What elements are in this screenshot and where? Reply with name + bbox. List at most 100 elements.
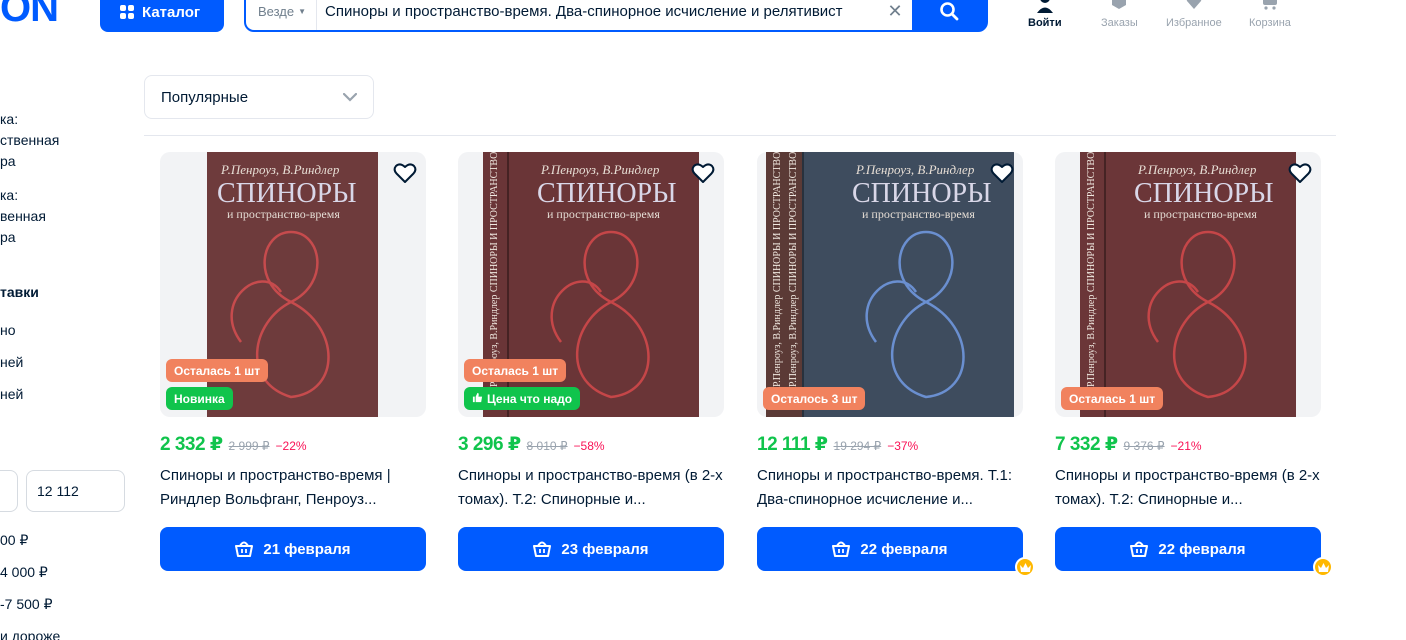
product-image[interactable]: Р.Пенроуз, В.Риндлер СПИНОРЫ и пространств…: [160, 152, 426, 417]
add-to-cart-button[interactable]: 21 февраля: [160, 527, 426, 571]
basket-icon: [235, 541, 254, 557]
price-range-option[interactable]: и дороже: [0, 626, 60, 640]
product-badge: Осталась 1 шт: [1061, 387, 1164, 410]
catalog-button[interactable]: Каталог: [100, 0, 224, 32]
product-image[interactable]: Р.Пенроуз, В.Риндлер СПИНОРЫ И ПРОСТРАНС…: [757, 152, 1023, 417]
delivery-option[interactable]: ней: [0, 352, 23, 373]
product-badge: Цена что надо: [464, 387, 581, 410]
price: 12 111 ₽: [757, 434, 828, 455]
cart-icon: [1260, 0, 1280, 14]
old-price: 2 999 ₽: [228, 439, 270, 453]
delivery-heading: тавки: [0, 284, 39, 300]
clear-search-icon[interactable]: ✕: [878, 0, 912, 30]
price-from-input[interactable]: [0, 470, 18, 512]
basket-icon: [533, 541, 552, 557]
old-price: 8 010 ₽: [526, 439, 568, 453]
price-row: 2 332 ₽ 2 999 ₽ −22%: [160, 433, 426, 456]
cart-button[interactable]: Корзина: [1249, 0, 1291, 29]
divider: [144, 135, 1336, 136]
filter-label: ственная: [0, 132, 60, 148]
book-spine-text: Р.Пенроуз, В.Риндлер СПИНОРЫ И ПРОСТРАНС…: [788, 152, 799, 387]
product-image[interactable]: Р.Пенроуз, В.Риндлер СПИНОРЫ И ПРОСТРАНС…: [458, 152, 724, 417]
book-subtitle-text: и пространство-время: [1144, 207, 1257, 221]
chevron-down-icon: [343, 92, 357, 102]
delivery-date: 22 февраля: [1158, 540, 1246, 558]
book-cover: Р.Пенроуз, В.Риндлер СПИНОРЫ И ПРОСТРАНС…: [766, 152, 1014, 417]
filter-label: ра: [0, 229, 16, 245]
book-author-text: Р.Пенроуз, В.Риндлер: [1137, 162, 1257, 177]
book-title-text: СПИНОРЫ: [1134, 178, 1274, 209]
search-scope-select[interactable]: Везде ▼: [246, 0, 318, 30]
sort-selected: Популярные: [161, 88, 249, 106]
product-title[interactable]: Спиноры и пространство-время (в 2-х тома…: [458, 464, 724, 512]
add-to-cart-button[interactable]: 23 февраля: [458, 527, 724, 571]
book-title-text: СПИНОРЫ: [852, 178, 992, 209]
book-title-text: СПИНОРЫ: [217, 178, 357, 209]
grid-icon: [120, 5, 134, 19]
search-button[interactable]: [912, 0, 986, 30]
price-row: 7 332 ₽ 9 376 ₽ −21%: [1055, 433, 1321, 456]
book-spine-text: Р.Пенроуз, В.Риндлер СПИНОРЫ И ПРОСТРАНС…: [772, 152, 783, 387]
book-spine-text: Р.Пенроуз, В.Риндлер СПИНОРЫ И ПРОСТРАНС…: [1086, 152, 1097, 387]
product-card[interactable]: Р.Пенроуз, В.Риндлер СПИНОРЫ И ПРОСТРАНС…: [1055, 152, 1333, 577]
price: 3 296 ₽: [458, 434, 521, 455]
orders-button[interactable]: Заказы: [1101, 0, 1138, 29]
filter-label: ра: [0, 153, 16, 169]
discount: −58%: [573, 439, 605, 453]
chevron-down-icon: ▼: [298, 6, 307, 16]
favorite-heart-icon[interactable]: [392, 160, 418, 186]
price-to-input[interactable]: 12 112: [26, 470, 125, 512]
filter-label: венная: [0, 208, 46, 224]
box-icon: [1109, 0, 1129, 14]
price: 2 332 ₽: [160, 434, 223, 455]
product-card[interactable]: Р.Пенроуз, В.Риндлер СПИНОРЫ и пространств…: [160, 152, 426, 571]
product-image[interactable]: Р.Пенроуз, В.Риндлер СПИНОРЫ И ПРОСТРАНС…: [1055, 152, 1321, 417]
old-price: 9 376 ₽: [1123, 439, 1165, 453]
filter-label: ка:: [0, 187, 19, 203]
book-subtitle-text: и пространство-время: [227, 207, 340, 221]
sort-dropdown[interactable]: Популярные: [144, 75, 374, 119]
delivery-option[interactable]: но: [0, 320, 16, 341]
old-price: 19 294 ₽: [833, 439, 882, 453]
favorite-heart-icon[interactable]: [989, 160, 1015, 186]
catalog-label: Каталог: [142, 3, 201, 21]
add-to-cart-button[interactable]: 22 февраля: [1055, 527, 1333, 577]
delivery-date: 23 февраля: [561, 540, 649, 558]
crown-icon: [1313, 557, 1333, 577]
book-title-text: СПИНОРЫ: [537, 178, 677, 209]
favorite-heart-icon[interactable]: [690, 160, 716, 186]
product-title[interactable]: Спиноры и пространство-время (в 2-х тома…: [1055, 464, 1321, 512]
book-cover: Р.Пенроуз, В.Риндлер СПИНОРЫ И ПРОСТРАНС…: [1080, 152, 1296, 417]
filter-label: ка:: [0, 111, 19, 127]
delivery-date: 22 февраля: [860, 540, 948, 558]
price: 7 332 ₽: [1055, 434, 1118, 455]
ozon-logo[interactable]: ON: [0, 0, 59, 31]
price-range-option[interactable]: 00 ₽: [0, 530, 28, 551]
book-spine-text: Р.Пенроуз, В.Риндлер СПИНОРЫ И ПРОСТРАНС…: [489, 152, 500, 387]
product-badge: Осталось 3 шт: [763, 387, 866, 410]
product-title[interactable]: Спиноры и пространство-время | Риндлер В…: [160, 464, 426, 512]
book-author-text: Р.Пенроуз, В.Риндлер: [540, 162, 660, 177]
favorite-heart-icon[interactable]: [1287, 160, 1313, 186]
delivery-date: 21 февраля: [263, 540, 351, 558]
product-card[interactable]: Р.Пенроуз, В.Риндлер СПИНОРЫ И ПРОСТРАНС…: [458, 152, 724, 571]
book-subtitle-text: и пространство-время: [862, 207, 975, 221]
favorites-button[interactable]: Избранное: [1166, 0, 1222, 29]
book-subtitle-text: и пространство-время: [547, 207, 660, 221]
login-button[interactable]: Войти: [1028, 0, 1062, 29]
search-input[interactable]: [317, 2, 878, 20]
product-title[interactable]: Спиноры и пространство-время. Т.1: Два-с…: [757, 464, 1023, 512]
discount: −37%: [887, 439, 919, 453]
product-badge: Новинка: [166, 387, 233, 410]
discount: −22%: [275, 439, 307, 453]
delivery-option[interactable]: ней: [0, 384, 23, 405]
discount: −21%: [1170, 439, 1202, 453]
add-to-cart-button[interactable]: 22 февраля: [757, 527, 1035, 577]
thumbs-up-icon: [472, 392, 483, 406]
product-card[interactable]: Р.Пенроуз, В.Риндлер СПИНОРЫ И ПРОСТРАНС…: [757, 152, 1035, 577]
price-range-option[interactable]: -7 500 ₽: [0, 594, 53, 615]
crown-icon: [1015, 557, 1035, 577]
heart-icon: [1184, 0, 1204, 14]
price-range-option[interactable]: 4 000 ₽: [0, 562, 48, 583]
basket-icon: [832, 541, 851, 557]
